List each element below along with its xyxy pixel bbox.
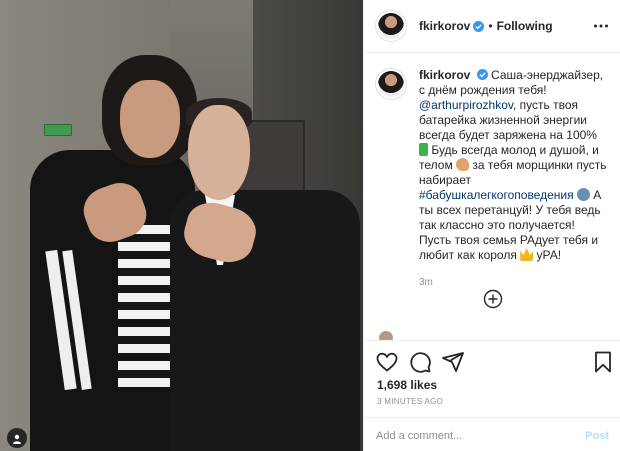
following-button[interactable]: Following xyxy=(497,19,553,33)
plus-circle-icon[interactable] xyxy=(483,289,503,309)
photo-person-right-face xyxy=(188,105,250,200)
post-side-panel: fkirkorov • Following fkirkorov Саша-эне… xyxy=(363,0,620,451)
post-header: fkirkorov • Following xyxy=(364,0,620,53)
header-username[interactable]: fkirkorov xyxy=(419,19,470,33)
action-bar xyxy=(375,350,615,374)
caption-timestamp: 3m xyxy=(419,277,433,288)
post-photo[interactable] xyxy=(0,0,363,451)
verified-badge-icon xyxy=(476,69,488,80)
share-icon[interactable] xyxy=(441,350,465,374)
user-tag-icon[interactable] xyxy=(7,428,27,448)
post-caption: fkirkorov Саша-энерджайзер, с днём рожде… xyxy=(364,54,620,324)
post-actions: 1,698 likes 3 MINUTES AGO Post xyxy=(364,340,620,451)
caption-username[interactable]: fkirkorov xyxy=(419,68,470,82)
bookmark-icon[interactable] xyxy=(591,350,615,374)
comment-icon[interactable] xyxy=(408,350,432,374)
caption-mention-link[interactable]: @arthurpirozhkov xyxy=(419,98,513,112)
heart-icon[interactable] xyxy=(375,350,399,374)
post-timestamp: 3 MINUTES AGO xyxy=(377,397,444,406)
battery-emoji-icon xyxy=(419,143,428,156)
muscle-emoji-icon xyxy=(456,158,470,171)
header-separator: • xyxy=(488,19,493,33)
post-comment-button[interactable]: Post xyxy=(585,430,609,442)
likes-count[interactable]: 1,698 likes xyxy=(377,378,437,392)
caption-body: fkirkorov Саша-энерджайзер, с днём рожде… xyxy=(419,68,609,324)
crown-emoji-icon xyxy=(520,248,534,261)
photo-exit-sign xyxy=(44,124,72,136)
caption-hashtag-link[interactable]: #бабушкалегкогоповедения xyxy=(419,188,574,202)
avatar[interactable] xyxy=(375,68,407,100)
caption-text: уРА! xyxy=(536,248,562,262)
dancer-emoji-icon xyxy=(576,188,590,201)
photo-person-left-face xyxy=(120,80,180,158)
comment-form: Post xyxy=(364,417,620,451)
comment-input[interactable] xyxy=(376,430,586,442)
more-icon[interactable] xyxy=(593,18,609,34)
avatar[interactable] xyxy=(375,10,407,42)
verified-badge-icon xyxy=(473,20,485,32)
